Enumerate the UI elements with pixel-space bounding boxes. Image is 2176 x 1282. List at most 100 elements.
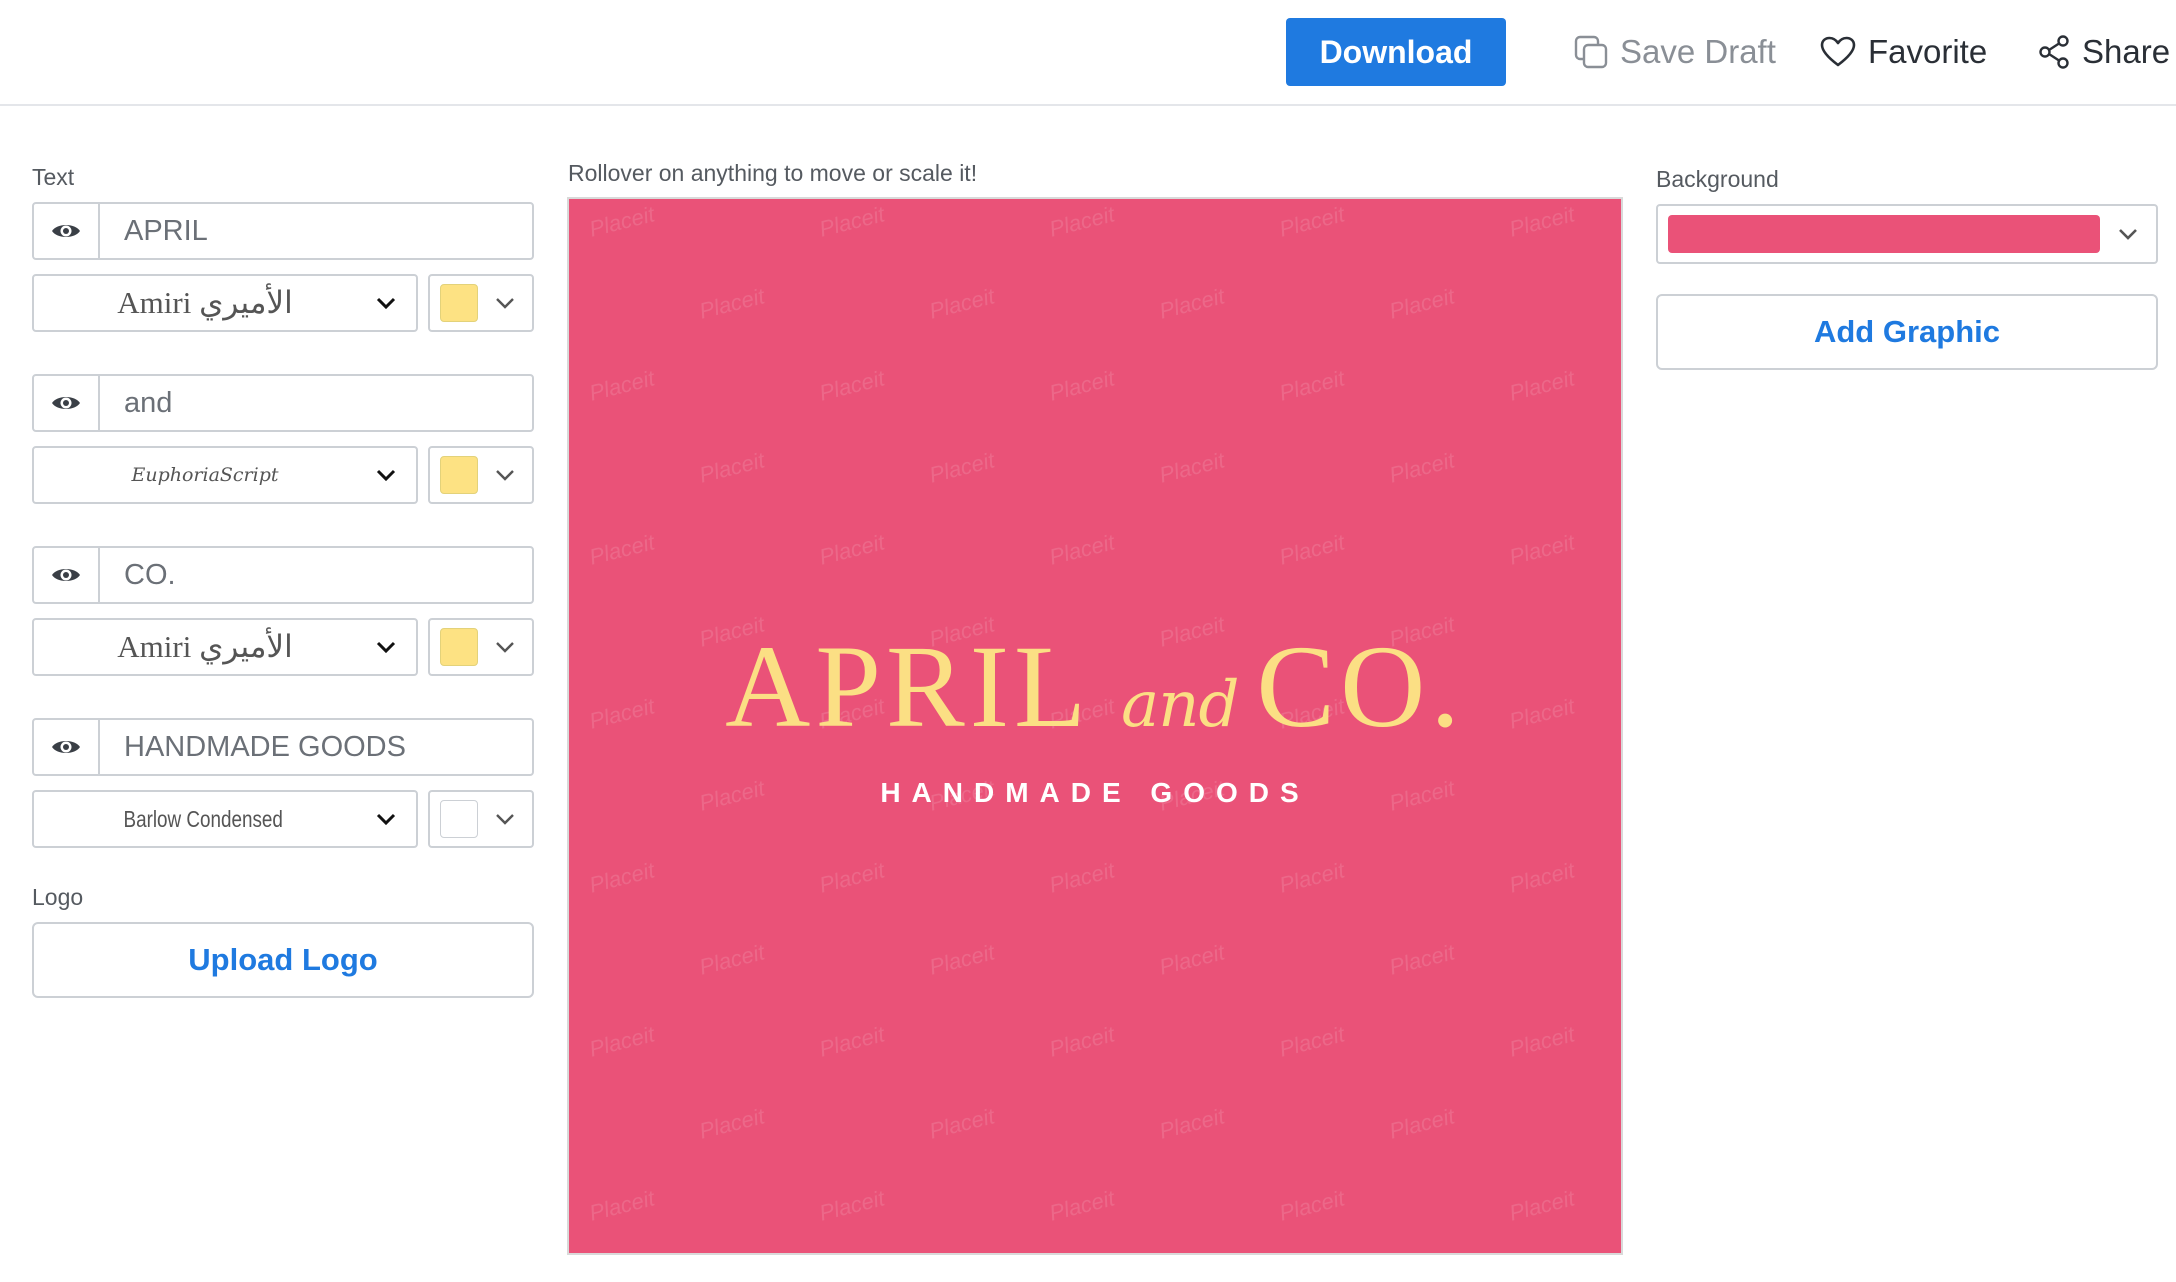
eye-icon[interactable] [34, 548, 100, 602]
watermark-text: Placeit [926, 1103, 997, 1144]
watermark-text: Placeit [1046, 201, 1117, 242]
save-draft-label: Save Draft [1620, 33, 1776, 70]
watermark-text: Placeit [1506, 1185, 1577, 1226]
watermark-text: Placeit [1386, 283, 1457, 324]
logo-text-co[interactable]: CO. [1256, 621, 1464, 752]
text-color-select[interactable] [428, 446, 534, 504]
chevron-down-icon [356, 813, 416, 825]
watermark-text: Placeit [586, 1021, 657, 1062]
watermark-text: Placeit [816, 1185, 887, 1226]
watermark-text: Placeit [586, 365, 657, 406]
top-toolbar: Download Save Draft Favorite Share [0, 0, 2176, 106]
text-layer-input-row: CO. [32, 546, 534, 604]
watermark-text: Placeit [1386, 939, 1457, 980]
watermark-text: Placeit [1046, 1185, 1117, 1226]
text-layer-input-row: APRIL [32, 202, 534, 260]
watermark-text: Placeit [1276, 857, 1347, 898]
save-draft-button[interactable]: Save Draft [1574, 26, 1776, 78]
watermark-text: Placeit [1616, 939, 1623, 980]
logo-text-april[interactable]: APRIL [725, 621, 1091, 752]
font-select[interactable]: Amiri الأميري [32, 618, 418, 676]
chevron-down-icon [356, 469, 416, 481]
text-color-select[interactable] [428, 618, 534, 676]
watermark-text: Placeit [816, 857, 887, 898]
logo-tagline[interactable]: HANDMADE GOODS [569, 777, 1621, 809]
watermark-text: Placeit [926, 283, 997, 324]
background-color-select[interactable] [1656, 204, 2158, 264]
watermark-text: Placeit [1046, 365, 1117, 406]
watermark-text: Placeit [816, 365, 887, 406]
eye-icon[interactable] [34, 376, 100, 430]
text-color-swatch [440, 284, 478, 322]
heart-icon [1820, 36, 1856, 68]
design-canvas[interactable]: Placeit Placeit Placeit Placeit Placeit Place… [567, 197, 1623, 1255]
watermark-text: Placeit [1506, 1021, 1577, 1062]
watermark-text: Placeit [816, 201, 887, 242]
text-layer-input-row: and [32, 374, 534, 432]
watermark-text: Placeit [1506, 529, 1577, 570]
share-button[interactable]: Share [2038, 26, 2170, 78]
watermark-text: Placeit [1276, 201, 1347, 242]
background-section-label: Background [1656, 166, 1779, 192]
watermark-text: Placeit [1046, 1021, 1117, 1062]
watermark-text: Placeit [816, 529, 887, 570]
font-name: Amiri الأميري [117, 285, 293, 320]
logo-section-label: Logo [32, 884, 84, 910]
chevron-down-icon [356, 641, 416, 653]
text-color-select[interactable] [428, 790, 534, 848]
chevron-down-icon [478, 641, 532, 653]
watermark-text: Placeit [926, 447, 997, 488]
text-color-swatch [440, 628, 478, 666]
watermark-text: Placeit [1046, 857, 1117, 898]
download-button[interactable]: Download [1286, 18, 1506, 86]
chevron-down-icon [478, 469, 532, 481]
logo-headline[interactable]: APRIL and CO. [569, 619, 1621, 755]
watermark-text: Placeit [1276, 1185, 1347, 1226]
text-layer-field[interactable]: CO. [100, 548, 532, 602]
font-select[interactable]: Barlow Condensed [32, 790, 418, 848]
watermark-text: Placeit [696, 447, 767, 488]
watermark-text: Placeit [1616, 1103, 1623, 1144]
watermark-text: Placeit [1276, 365, 1347, 406]
watermark-text: Placeit [586, 1185, 657, 1226]
watermark-text: Placeit [586, 529, 657, 570]
watermark-text: Placeit [1386, 447, 1457, 488]
canvas-hint: Rollover on anything to move or scale it… [568, 160, 978, 186]
watermark-text: Placeit [1506, 201, 1577, 242]
watermark-text: Placeit [696, 939, 767, 980]
logo-text-and[interactable]: and [1121, 668, 1239, 742]
upload-logo-button[interactable]: Upload Logo [32, 922, 534, 998]
watermark-text: Placeit [1276, 1021, 1347, 1062]
watermark-text: Placeit [1506, 365, 1577, 406]
font-select[interactable]: Amiri الأميري [32, 274, 418, 332]
watermark-text: Placeit [696, 1103, 767, 1144]
text-layer-field[interactable]: HANDMADE GOODS [100, 720, 532, 774]
text-color-select[interactable] [428, 274, 534, 332]
text-layer-field[interactable]: APRIL [100, 204, 532, 258]
share-label: Share [2082, 33, 2171, 70]
watermark-text: Placeit [696, 283, 767, 324]
share-icon [2038, 35, 2070, 69]
text-color-swatch [440, 456, 478, 494]
font-name: EuphoriaScript [131, 464, 279, 486]
chevron-down-icon [356, 297, 416, 309]
copy-icon [1574, 35, 1608, 69]
chevron-down-icon [478, 297, 532, 309]
watermark-text: Placeit [1616, 283, 1623, 324]
eye-icon[interactable] [34, 204, 100, 258]
font-name: Barlow Condensed [123, 805, 283, 832]
text-layer-field[interactable]: and [100, 376, 532, 430]
font-select[interactable]: EuphoriaScript [32, 446, 418, 504]
background-color-swatch [1668, 215, 2100, 253]
watermark-text: Placeit [1156, 939, 1227, 980]
watermark-text: Placeit [1616, 447, 1623, 488]
text-color-swatch [440, 800, 478, 838]
add-graphic-button[interactable]: Add Graphic [1656, 294, 2158, 370]
watermark-text: Placeit [1156, 1103, 1227, 1144]
eye-icon[interactable] [34, 720, 100, 774]
watermark-text: Placeit [1386, 1103, 1457, 1144]
font-name: Amiri الأميري [117, 629, 293, 664]
chevron-down-icon [478, 813, 532, 825]
watermark-text: Placeit [586, 201, 657, 242]
favorite-button[interactable]: Favorite [1820, 26, 1987, 78]
